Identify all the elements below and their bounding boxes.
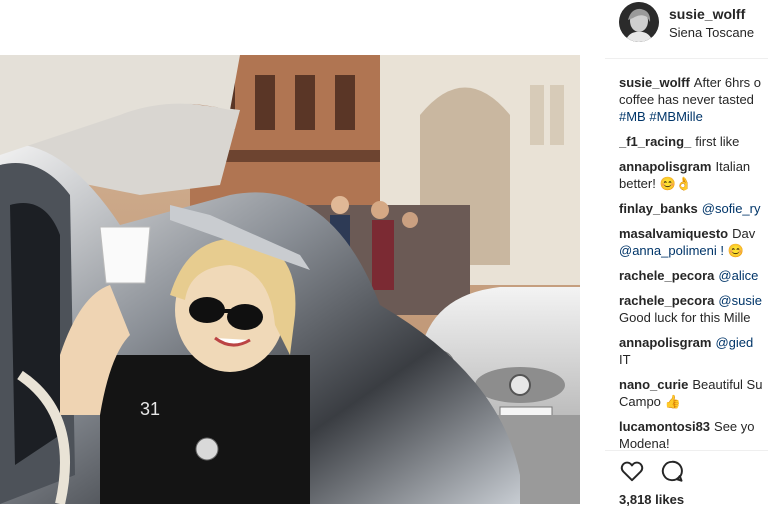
comment-username[interactable]: finlay_banks bbox=[619, 201, 698, 216]
comment-item: lucamontosi83 See yo Modena! bbox=[619, 418, 768, 452]
comment-text: IT bbox=[619, 352, 631, 367]
post-location[interactable]: Siena Toscane bbox=[669, 25, 754, 40]
comment-username[interactable]: rachele_pecora bbox=[619, 268, 714, 283]
post-username[interactable]: susie_wolff bbox=[669, 6, 745, 22]
comment-username[interactable]: _f1_racing_ bbox=[619, 134, 691, 149]
comment-item: annapolisgram @gied IT bbox=[619, 334, 768, 368]
post-header: susie_wolff Siena Toscane bbox=[619, 0, 768, 48]
avatar-photo-icon bbox=[619, 2, 659, 42]
comment-text: first like bbox=[695, 134, 740, 149]
comment-item: rachele_pecora @susie Good luck for this … bbox=[619, 292, 768, 326]
comment-caption: susie_wolff After 6hrs o coffee has never… bbox=[619, 74, 768, 125]
comment-item: _f1_racing_ first like bbox=[619, 133, 768, 150]
post-actions bbox=[619, 458, 768, 486]
comment-username[interactable]: annapolisgram bbox=[619, 335, 711, 350]
photo-illustration: 31 bbox=[0, 55, 580, 504]
comment-text: After 6hrs o bbox=[693, 75, 761, 90]
comment-text: Italian bbox=[715, 159, 751, 174]
comments-list: susie_wolff After 6hrs o coffee has never… bbox=[619, 74, 768, 454]
speech-bubble-icon bbox=[661, 460, 683, 482]
post-photo[interactable]: 31 bbox=[0, 55, 580, 504]
actions-divider bbox=[605, 450, 768, 451]
mention-link[interactable]: @alice bbox=[718, 268, 758, 283]
mention-link[interactable]: @sofie_ry bbox=[702, 201, 761, 216]
comment-username[interactable]: susie_wolff bbox=[619, 75, 690, 90]
comment-item: annapolisgram Italian better! 😊👌 bbox=[619, 158, 768, 192]
hashtags-link[interactable]: #MB #MBMille bbox=[619, 108, 768, 125]
comment-item: nano_curie Beautiful Su Campo 👍 bbox=[619, 376, 768, 410]
comment-text: coffee has never tasted bbox=[619, 92, 754, 107]
comment-text: Good luck for this Mille bbox=[619, 310, 751, 325]
comment-username[interactable]: nano_curie bbox=[619, 377, 688, 392]
comment-username[interactable]: annapolisgram bbox=[619, 159, 711, 174]
user-avatar[interactable] bbox=[619, 2, 659, 42]
mention-link[interactable]: @anna_polimeni ! 😊 bbox=[619, 242, 768, 259]
comment-item: masalvamiquesto Dav @anna_polimeni ! 😊 bbox=[619, 225, 768, 259]
mention-link[interactable]: @susie bbox=[718, 293, 762, 308]
comment-button[interactable] bbox=[659, 458, 685, 484]
comment-text: Dav bbox=[732, 226, 756, 241]
heart-outline-icon bbox=[620, 461, 644, 482]
comment-text: See yo bbox=[714, 419, 755, 434]
comment-text: Campo 👍 bbox=[619, 394, 681, 409]
svg-text:31: 31 bbox=[140, 399, 160, 419]
comment-item: finlay_banks @sofie_ry bbox=[619, 200, 768, 217]
comment-text: Beautiful Su bbox=[692, 377, 763, 392]
comment-username[interactable]: lucamontosi83 bbox=[619, 419, 710, 434]
header-divider bbox=[605, 58, 768, 59]
comment-username[interactable]: masalvamiquesto bbox=[619, 226, 728, 241]
comment-text: better! 😊👌 bbox=[619, 176, 692, 191]
likes-count[interactable]: 3,818 likes bbox=[619, 492, 684, 507]
like-button[interactable] bbox=[619, 458, 645, 484]
mention-link[interactable]: @gied bbox=[715, 335, 753, 350]
comment-item: rachele_pecora @alice bbox=[619, 267, 768, 284]
comment-username[interactable]: rachele_pecora bbox=[619, 293, 714, 308]
